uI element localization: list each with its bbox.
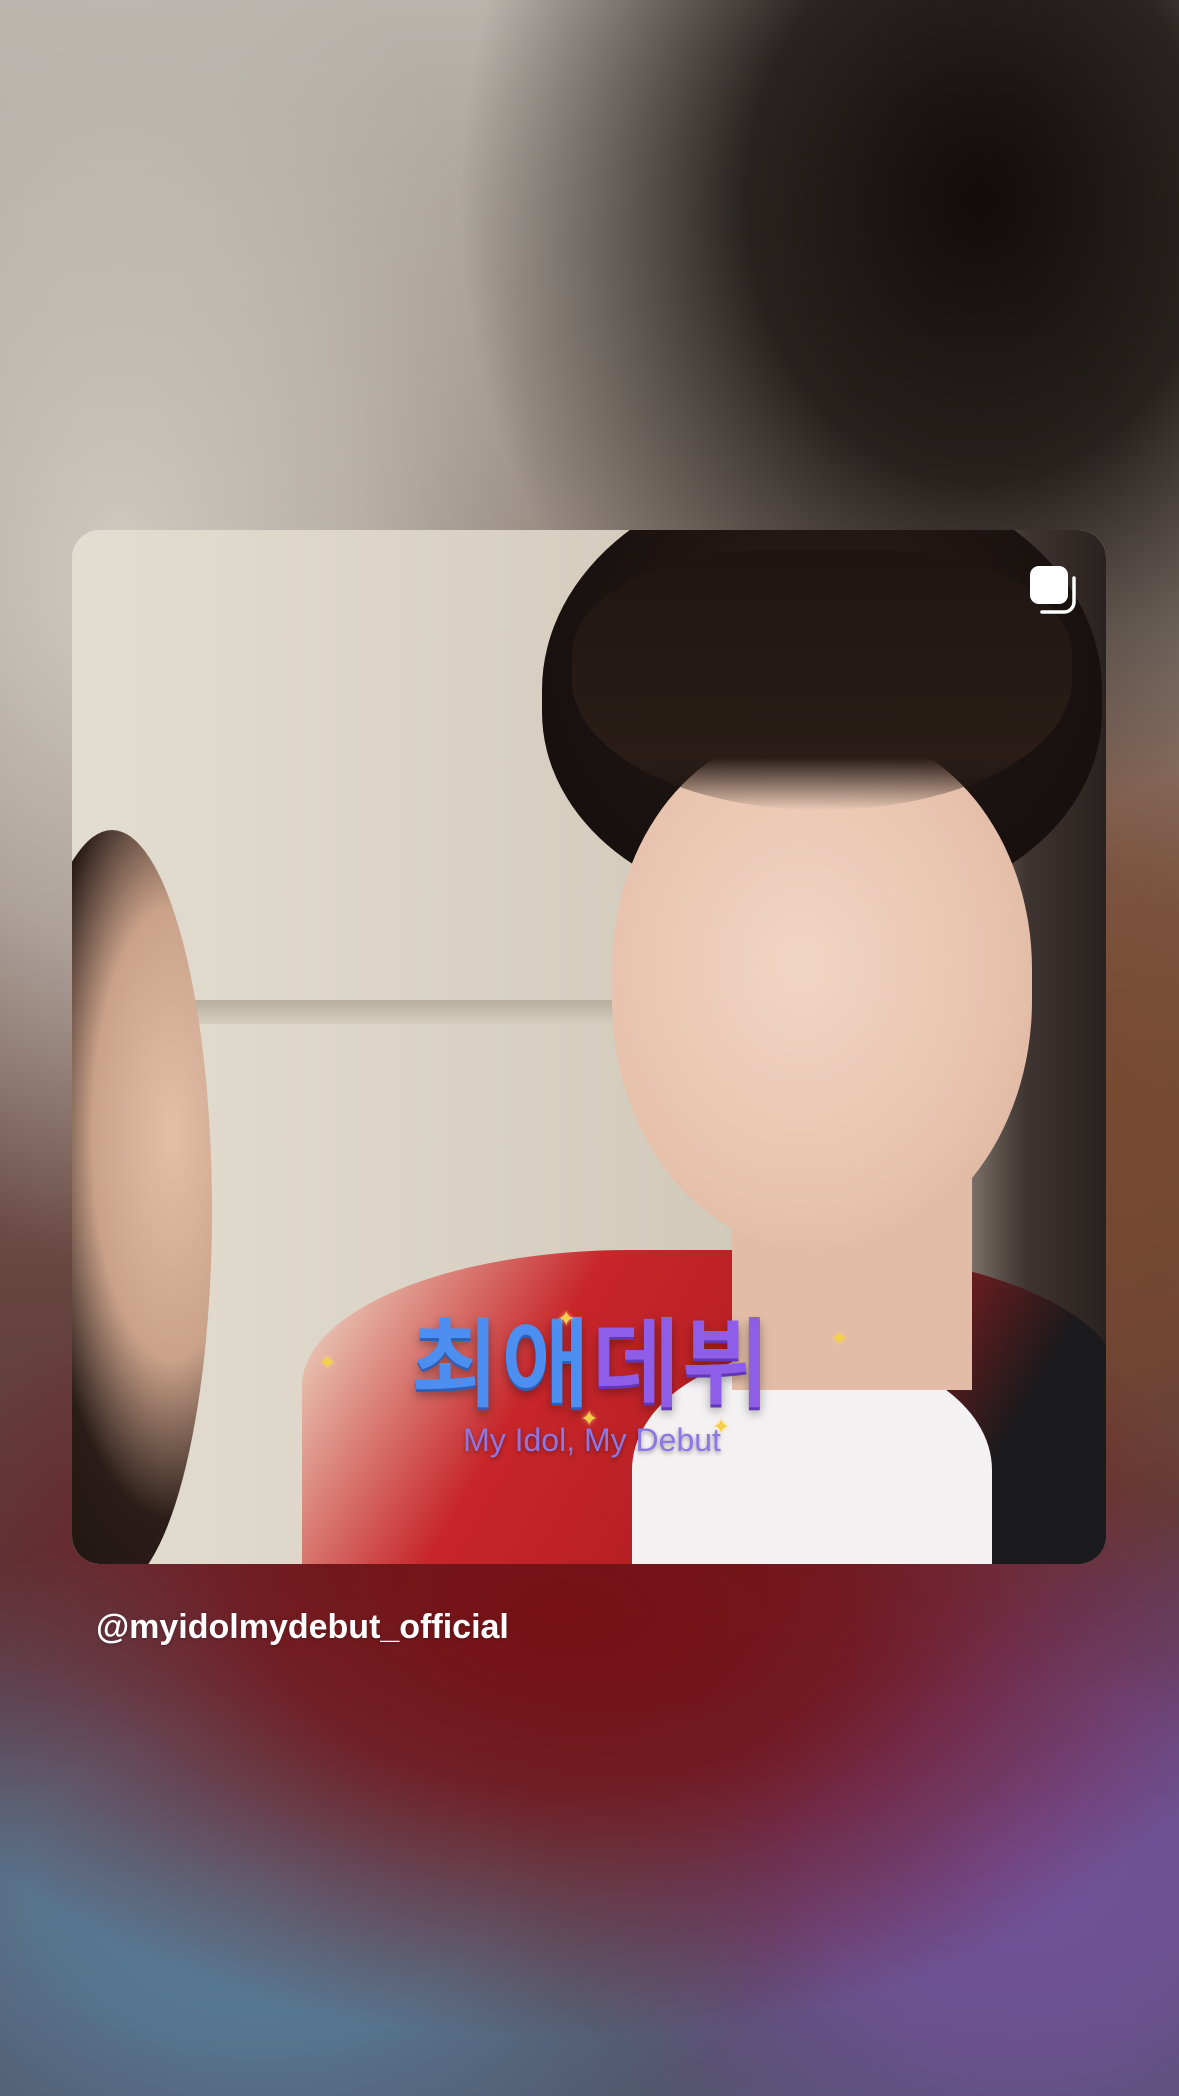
sparkle-icon: ✦	[712, 1414, 731, 1439]
sparkle-icon: ✦	[318, 1350, 337, 1375]
show-logo: ✦ ✦ ✦ ✦ ✦ 최애데뷔 My Idol, My Debut	[312, 1306, 872, 1480]
logo-title: 최애데뷔	[312, 1310, 872, 1420]
sparkle-icon: ✦	[830, 1326, 849, 1351]
carousel-icon	[1028, 564, 1078, 614]
sparkle-icon: ✦	[557, 1306, 576, 1331]
photo-bangs	[572, 550, 1072, 810]
post-username-link[interactable]: @myidolmydebut_official	[96, 1608, 509, 1647]
sparkle-icon: ✦	[580, 1406, 599, 1431]
post-image-card[interactable]: ✦ ✦ ✦ ✦ ✦ 최애데뷔 My Idol, My Debut	[72, 530, 1106, 1564]
logo-title-part2: 데뷔	[592, 1309, 773, 1421]
